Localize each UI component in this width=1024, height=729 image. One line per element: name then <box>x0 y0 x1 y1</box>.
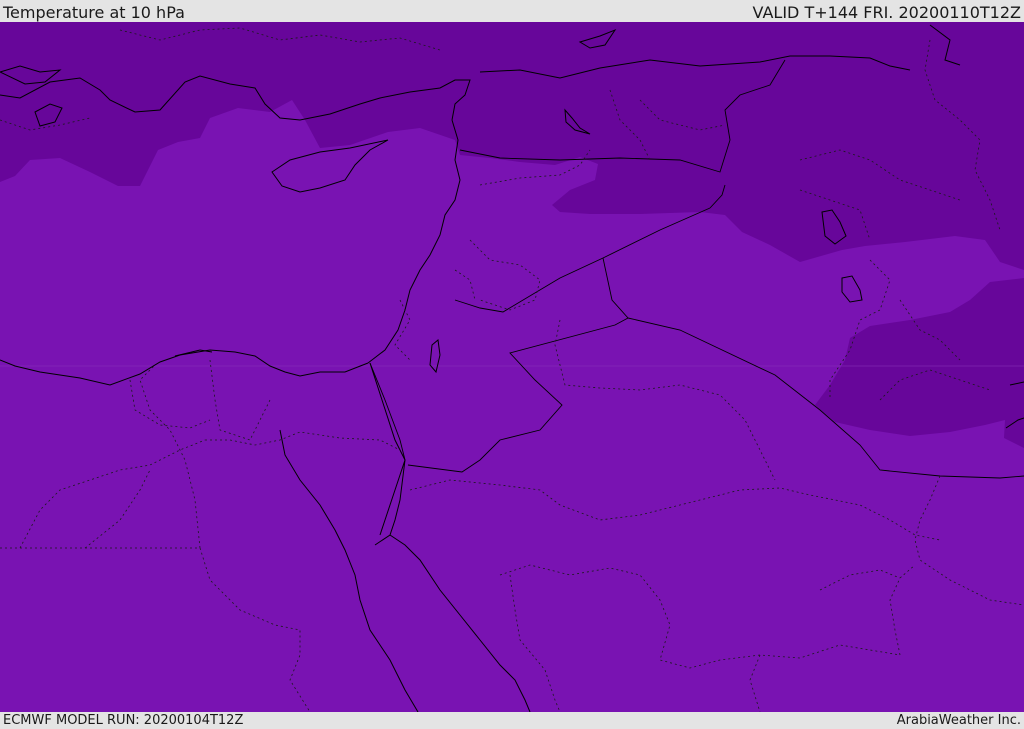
model-run-label: ECMWF MODEL RUN: 20200104T12Z <box>3 713 244 728</box>
credit-label: ArabiaWeather Inc. <box>896 713 1021 728</box>
header-bar: Temperature at 10 hPa VALID T+144 FRI. 2… <box>0 0 1024 22</box>
map-title: Temperature at 10 hPa <box>3 3 185 22</box>
weather-map[interactable] <box>0 22 1024 712</box>
valid-time: VALID T+144 FRI. 20200110T12Z <box>752 3 1021 22</box>
footer-bar: ECMWF MODEL RUN: 20200104T12Z ArabiaWeat… <box>0 712 1024 729</box>
